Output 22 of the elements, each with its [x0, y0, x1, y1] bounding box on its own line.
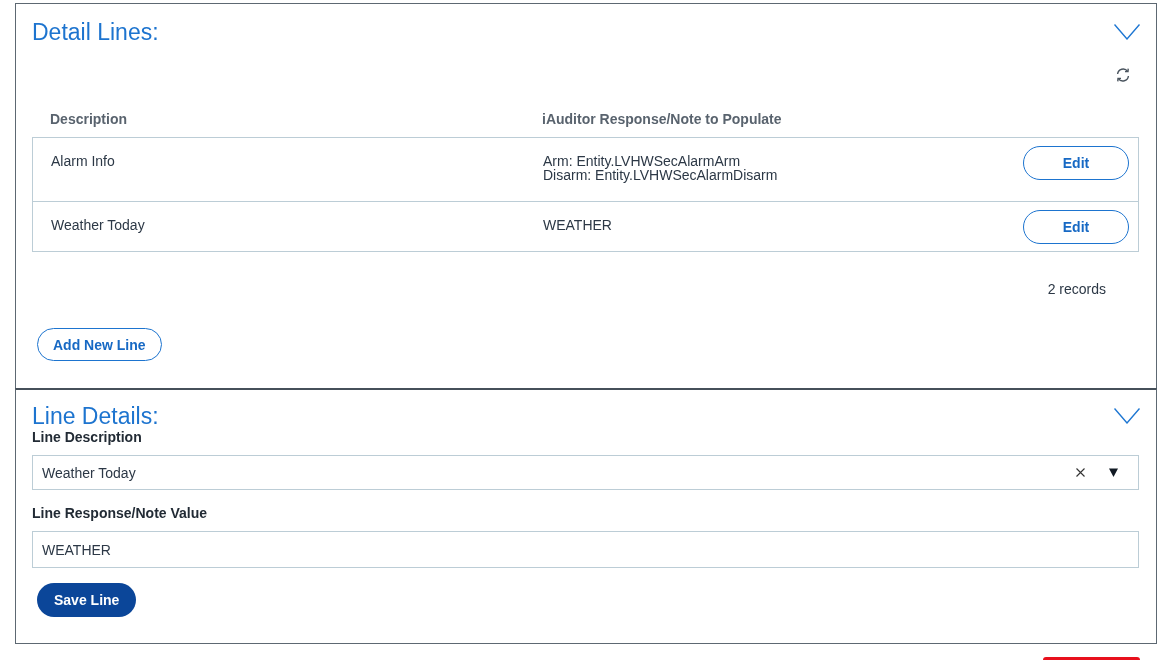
refresh-icon[interactable] [1115, 67, 1131, 83]
field-label: Line Response/Note Value [32, 504, 208, 522]
edit-button[interactable]: Edit [1023, 146, 1129, 180]
chevron-down-icon[interactable] [1114, 24, 1140, 40]
input-field[interactable]: WEATHER [32, 531, 1139, 568]
field-label: Line Description [32, 428, 142, 446]
chevron-down-icon[interactable] [1114, 408, 1140, 424]
section-title: Detail Lines: [32, 18, 159, 47]
save-line-button[interactable]: Save Line [37, 583, 137, 617]
column-header: iAuditor Response/Note to Populate [542, 110, 782, 129]
column-header: Description [50, 110, 127, 129]
clear-icon[interactable] [1076, 468, 1085, 477]
caret-down-icon[interactable] [1109, 468, 1118, 477]
section-title: Line Details: [32, 403, 159, 429]
table-cell: Weather Today [51, 218, 145, 232]
record-count: 2 records [1047, 280, 1106, 298]
add-new-line-button[interactable]: Add New Line [37, 328, 162, 361]
edit-button[interactable]: Edit [1023, 210, 1129, 244]
select-field[interactable]: Weather Today [32, 455, 1139, 490]
table-cell: Alarm Info [51, 154, 115, 168]
table-cell: Arm: Entity.LVHWSecAlarmArm Disarm: Entity.LVHWSecAlarmDisarm [543, 154, 778, 182]
table-cell: WEATHER [543, 218, 612, 232]
